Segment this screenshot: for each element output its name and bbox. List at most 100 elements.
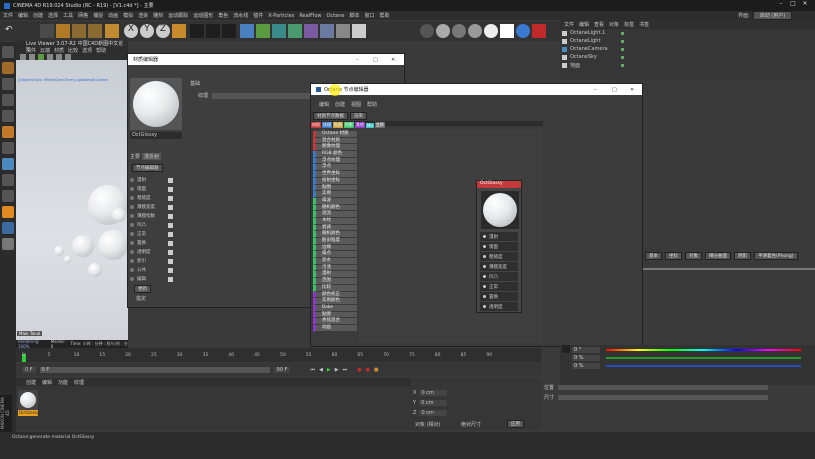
channel-checkbox[interactable]	[168, 231, 173, 237]
object-row[interactable]: OctaneLight.1	[562, 29, 815, 37]
region-icon[interactable]	[56, 53, 62, 60]
node-palette-item[interactable]: RGB 颜色	[313, 151, 357, 158]
menu-item[interactable]: 脚本	[349, 12, 359, 19]
channel-row[interactable]: 透明度	[130, 248, 180, 256]
node-editor-menu-item[interactable]: 视图	[351, 101, 361, 108]
channel-row[interactable]: 镜面	[130, 185, 180, 193]
object-menu-item[interactable]: 查看	[594, 21, 604, 28]
channel-row[interactable]: 公共	[130, 266, 180, 274]
edges-mode-icon[interactable]	[2, 94, 14, 106]
node-input-pin[interactable]: 薄膜宽度	[480, 262, 518, 271]
sphere-icon[interactable]	[436, 24, 450, 38]
node-input-pin[interactable]: 粗糙度	[480, 252, 518, 261]
viewer-menu-item[interactable]: 选项	[82, 47, 92, 54]
node-palette-item[interactable]: 比较	[313, 284, 357, 292]
coordinate-mode-dropdown[interactable]: 对象 (相对)	[415, 421, 441, 428]
start-frame[interactable]: 0 F	[22, 366, 36, 373]
menu-item[interactable]: 帮助	[380, 12, 390, 19]
attribute-tab[interactable]: 细分曲面	[705, 252, 731, 260]
material-menu-item[interactable]: 创建	[26, 379, 36, 386]
goto-end-icon[interactable]: ⏭	[343, 367, 348, 373]
render-view-icon[interactable]	[190, 24, 204, 38]
node-palette-item[interactable]: 随机颜色	[313, 231, 357, 238]
render-viewport[interactable]: [Object/Opic: Mesh/Gen:Ohm] update(all).…	[16, 60, 128, 348]
channel-checkbox[interactable]	[168, 213, 173, 219]
channel-row[interactable]: 漫射	[130, 176, 180, 184]
viewer-menu-item[interactable]: 材质	[54, 47, 64, 54]
update-button[interactable]: 更新	[134, 285, 151, 293]
minimize-button[interactable]: –	[356, 57, 359, 63]
snap-icon[interactable]	[2, 174, 14, 186]
material-sphere-icon[interactable]	[452, 24, 466, 38]
node-category-tab[interactable]: 贴图	[333, 122, 343, 128]
node-palette-item[interactable]: Octane 材质	[313, 131, 357, 138]
viewer-menu-item[interactable]: 比较	[68, 47, 78, 54]
menu-item[interactable]: 动画	[108, 12, 118, 19]
node-palette-item[interactable]: 动画	[313, 324, 357, 332]
material-name-field[interactable]: OctGlossy	[130, 132, 182, 139]
octane-live-icon[interactable]	[420, 24, 434, 38]
viewer-menu-item[interactable]: 帮助	[96, 47, 106, 54]
x-axis-icon[interactable]: X	[124, 24, 138, 38]
node-palette-item[interactable]: 世界坐标	[313, 171, 357, 178]
node-palette-item[interactable]: 漫射	[313, 271, 357, 279]
node-category-tab[interactable]: 投影	[344, 122, 354, 128]
menu-item[interactable]: 创建	[33, 12, 43, 19]
node-palette-item[interactable]: 噪点	[313, 251, 357, 259]
texture-mode-icon[interactable]	[2, 62, 14, 74]
material-thumbnail-label[interactable]: OctGlossy	[18, 410, 39, 416]
array-icon[interactable]	[288, 24, 302, 38]
node-palette-item[interactable]: 泥水	[313, 258, 357, 265]
y-axis-icon[interactable]: Y	[140, 24, 154, 38]
visibility-toggle-icon[interactable]	[621, 31, 624, 35]
light-icon[interactable]	[352, 24, 366, 38]
menu-item[interactable]: 模拟	[123, 12, 133, 19]
z-position[interactable]: 0 cm	[419, 410, 448, 416]
play-icon[interactable]: ▶	[327, 367, 331, 373]
node-editor-menu-item[interactable]: 帮助	[367, 101, 377, 108]
menu-item[interactable]: RealFlow	[299, 13, 321, 19]
node-editor-button[interactable]: 节点编辑器	[132, 164, 163, 172]
end-frame[interactable]: 90 F	[273, 366, 291, 373]
node-input-pin[interactable]: 置换	[480, 292, 518, 301]
node-palette-item[interactable]: 投射坐标	[313, 177, 357, 185]
v-slider[interactable]	[606, 365, 801, 367]
goto-start-icon[interactable]: ⏮	[310, 367, 315, 373]
attribute-tab[interactable]: 坐标	[665, 252, 682, 260]
minimize-button[interactable]: –	[775, 0, 787, 11]
make-editable-icon[interactable]	[2, 46, 14, 58]
attribute-tab[interactable]: 对象	[685, 252, 702, 260]
h-value[interactable]: 0 °	[572, 347, 600, 353]
menu-item[interactable]: X-Particles	[268, 13, 294, 19]
menu-item[interactable]: 运动跟踪	[168, 12, 188, 19]
basic-tab[interactable]: 基础	[190, 80, 200, 87]
channel-checkbox[interactable]	[168, 186, 173, 192]
scale-tool-icon[interactable]	[72, 24, 86, 38]
polygons-mode-icon[interactable]	[2, 110, 14, 122]
h-slider[interactable]	[606, 349, 801, 351]
channel-row[interactable]: 凹凸	[130, 221, 180, 229]
channel-row[interactable]: 薄膜指数	[130, 212, 180, 220]
pause-icon[interactable]	[20, 53, 26, 60]
visibility-toggle-icon[interactable]	[621, 55, 624, 59]
object-menu-item[interactable]: 文件	[564, 21, 574, 28]
octglossy-node[interactable]: OctGlossy 漫射 镜面 粗糙度 薄膜宽度 凹凸 正常 置换 透明度	[476, 180, 522, 313]
rotate-tool-icon[interactable]	[88, 24, 102, 38]
record-icon[interactable]	[532, 24, 546, 38]
menu-item[interactable]: 角色	[218, 12, 228, 19]
channel-checkbox[interactable]	[168, 258, 173, 264]
menu-item[interactable]: 网格	[78, 12, 88, 19]
menu-item[interactable]: 编辑	[18, 12, 28, 19]
channel-row[interactable]: 薄膜宽度	[130, 203, 180, 211]
update-button-label[interactable]: 更新	[134, 285, 151, 293]
node-input-pin[interactable]: 正常	[480, 282, 518, 291]
scene-icon[interactable]	[320, 24, 334, 38]
key-selection-icon[interactable]: ■	[374, 367, 379, 373]
menu-item[interactable]: 选择	[48, 12, 58, 19]
channel-checkbox[interactable]	[168, 267, 173, 273]
menu-item[interactable]: 运动图形	[193, 12, 213, 19]
channel-checkbox[interactable]	[168, 204, 173, 210]
attribute-tab[interactable]: 平滑着色(Phong)	[754, 252, 798, 260]
visibility-toggle-icon[interactable]	[621, 47, 624, 51]
coordinate-system-icon[interactable]	[172, 24, 186, 38]
